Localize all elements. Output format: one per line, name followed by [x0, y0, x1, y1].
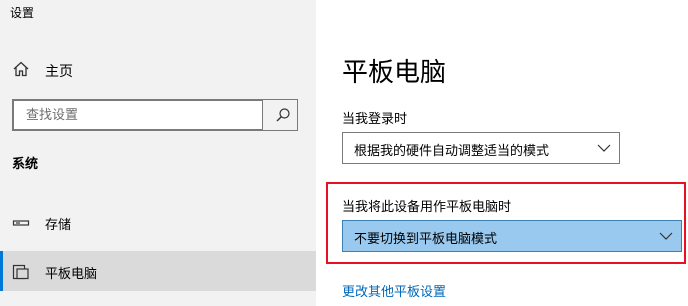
- sidebar-item-tablet[interactable]: 平板电脑: [0, 251, 316, 291]
- page-title: 平板电脑: [342, 58, 447, 88]
- app-title: 设置: [10, 6, 35, 20]
- tablet-use-mode-dropdown[interactable]: 不要切换到平板电脑模式: [342, 220, 682, 252]
- chevron-down-icon: [597, 144, 611, 152]
- sidebar-item-storage-label: 存储: [45, 218, 72, 233]
- change-more-tablet-settings-link[interactable]: 更改其他平板设置: [342, 281, 446, 300]
- sidebar-item-tablet-label: 平板电脑: [45, 267, 98, 282]
- sidebar-item-storage[interactable]: 存储: [0, 204, 316, 240]
- search-box: [12, 99, 298, 131]
- sidebar: 设置 主页 系统 存储: [0, 0, 316, 306]
- search-icon[interactable]: [275, 107, 291, 123]
- tablet-use-mode-value: 不要切换到平板电脑模式: [354, 232, 498, 247]
- main-content: 平板电脑 当我登录时 根据我的硬件自动调整适当的模式 当我将此设备用作平板电脑时…: [316, 0, 688, 306]
- signin-setting-label: 当我登录时: [342, 112, 408, 127]
- tablet-mode-icon: [12, 264, 29, 280]
- section-heading-system: 系统: [12, 157, 39, 172]
- storage-icon: [12, 220, 30, 226]
- sidebar-item-home[interactable]: 主页: [0, 52, 316, 88]
- home-icon: [13, 61, 29, 77]
- sidebar-item-home-label: 主页: [45, 64, 73, 80]
- selected-indicator: [0, 251, 3, 291]
- signin-mode-dropdown[interactable]: 根据我的硬件自动调整适当的模式: [342, 132, 620, 164]
- settings-window: 设置 主页 系统 存储: [0, 0, 688, 306]
- signin-mode-value: 根据我的硬件自动调整适当的模式: [354, 144, 550, 159]
- chevron-down-icon: [659, 232, 673, 240]
- tablet-use-setting-label: 当我将此设备用作平板电脑时: [342, 200, 512, 215]
- search-input[interactable]: [13, 100, 263, 130]
